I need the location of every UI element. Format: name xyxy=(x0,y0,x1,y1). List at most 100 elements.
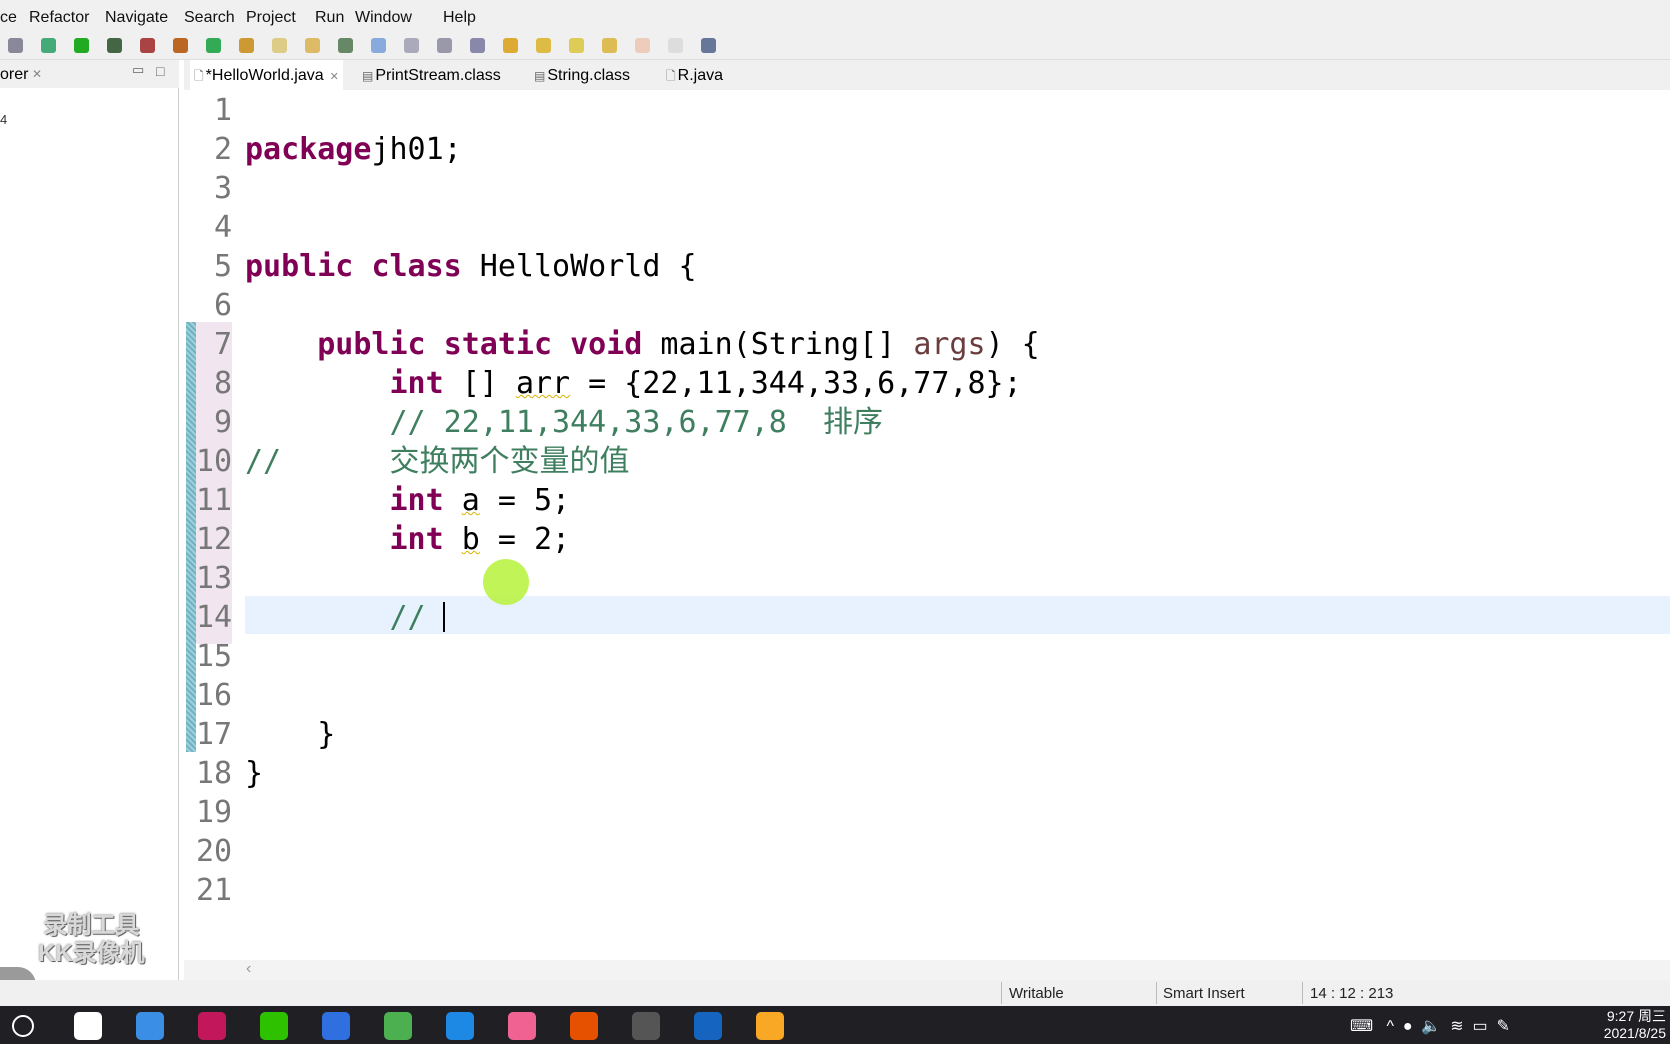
toolbar-button-icon[interactable] xyxy=(371,38,386,53)
code-token: args xyxy=(913,327,986,362)
wps-icon[interactable] xyxy=(322,1012,350,1040)
minimize-icon[interactable]: ▭ xyxy=(132,62,144,78)
clock[interactable]: 9:27 周三 2021/8/25 xyxy=(1604,1008,1666,1042)
toolbar-button-icon[interactable] xyxy=(140,38,155,53)
menu-window[interactable]: Window xyxy=(355,9,412,27)
code-line: 19 xyxy=(184,793,1670,832)
toolbar-button-icon[interactable] xyxy=(602,38,617,53)
app-s-icon[interactable] xyxy=(74,1012,102,1040)
horizontal-scrollbar[interactable]: ‹ xyxy=(184,960,1670,980)
toolbar-button-icon[interactable] xyxy=(272,38,287,53)
pen-icon[interactable]: ✎ xyxy=(1497,1018,1510,1035)
line-number: 18 xyxy=(196,756,233,791)
code-line: 3 xyxy=(184,169,1670,208)
menu-refactor[interactable]: Refactor xyxy=(29,9,89,27)
menu-search[interactable]: Search xyxy=(184,9,235,27)
watermark: 录制工具 KK录像机 xyxy=(38,912,145,968)
tab-stringclass[interactable]: ▤ String.class xyxy=(534,67,630,85)
status-bar: Writable Smart Insert 14 : 12 : 213 xyxy=(0,980,1670,1006)
menu-ce[interactable]: ce xyxy=(0,9,17,27)
intellij-icon[interactable] xyxy=(198,1012,226,1040)
keyword: int xyxy=(389,522,444,557)
code-line: 9 // 22,11,344,33,6,77,8 排序 xyxy=(184,403,1670,442)
toolbar-button-icon[interactable] xyxy=(41,38,56,53)
toolbar-button-icon[interactable] xyxy=(437,38,452,53)
folder-icon[interactable] xyxy=(756,1012,784,1040)
toolbar-button-icon[interactable] xyxy=(173,38,188,53)
keyword: int xyxy=(389,366,444,401)
toolbar-button-icon[interactable] xyxy=(8,38,23,53)
code-token: arr xyxy=(515,366,571,401)
toolbar-button-icon[interactable] xyxy=(536,38,551,53)
toolbar-button-icon[interactable] xyxy=(305,38,320,53)
code-token: } xyxy=(245,756,264,791)
wechat-icon[interactable] xyxy=(260,1012,288,1040)
app-pink-icon[interactable] xyxy=(508,1012,536,1040)
toolbar-button-icon[interactable] xyxy=(569,38,584,53)
toolbar-button-icon[interactable] xyxy=(404,38,419,53)
toolbar-button-icon[interactable] xyxy=(668,38,683,53)
tab-printstreamclass[interactable]: ▤ PrintStream.class xyxy=(362,67,501,85)
menu-help[interactable]: Help xyxy=(443,9,476,27)
keyword: static xyxy=(443,327,553,362)
toolbar-button-icon[interactable] xyxy=(701,38,716,53)
toolbar-button-icon[interactable] xyxy=(107,38,122,53)
toolbar-button-icon[interactable] xyxy=(635,38,650,53)
package-explorer-tab[interactable]: orer ✕ ▭ □ xyxy=(0,60,179,88)
menu-navigate[interactable]: Navigate xyxy=(105,9,168,27)
menu-run[interactable]: Run xyxy=(315,9,344,27)
tab-label: *HelloWorld.java xyxy=(205,67,324,84)
code-text: public class HelloWorld { xyxy=(245,247,697,286)
keyboard-icon[interactable]: ⌨ xyxy=(1350,1018,1373,1035)
photos-icon[interactable] xyxy=(446,1012,474,1040)
code-token: = 5; xyxy=(479,483,571,518)
maximize-icon[interactable]: □ xyxy=(156,63,164,79)
qq-icon[interactable]: ● xyxy=(1403,1018,1413,1035)
browser-icon[interactable] xyxy=(384,1012,412,1040)
cursor-position: 14 : 12 : 213 xyxy=(1310,985,1394,1002)
toolbar-button-icon[interactable] xyxy=(239,38,254,53)
search-circle-icon[interactable] xyxy=(12,1015,34,1037)
code-text: int b = 2; xyxy=(245,520,571,559)
work-icon[interactable] xyxy=(694,1012,722,1040)
code-text: // xyxy=(245,598,444,637)
code-editor[interactable]: 1 2 packagejh01; 3 4 5 public class HelloWorld… xyxy=(184,90,1670,960)
scroll-left-icon[interactable]: ‹ xyxy=(246,960,251,978)
menu-project[interactable]: Project xyxy=(246,9,296,27)
eclipse-icon[interactable] xyxy=(632,1012,660,1040)
tree-item[interactable]: 4 xyxy=(0,112,7,127)
volume-icon[interactable]: 🔈 xyxy=(1421,1018,1441,1035)
close-tab-icon[interactable]: ✕ xyxy=(330,71,339,83)
editor-tabs: 🗋 *HelloWorld.java ✕ ▤ PrintStream.class ▤ Str… xyxy=(184,60,1670,91)
code-line: 20 xyxy=(184,832,1670,871)
code-token: b xyxy=(461,522,480,557)
line-number: 1 xyxy=(213,93,232,128)
code-token: } xyxy=(245,717,336,752)
battery-icon[interactable]: ▭ xyxy=(1473,1018,1488,1035)
code-line: 10 // 交换两个变量的值 xyxy=(184,442,1670,481)
toolbar-button-icon[interactable] xyxy=(503,38,518,53)
tab-rjava[interactable]: 🗋 R.java xyxy=(666,67,723,88)
game-icon[interactable] xyxy=(570,1012,598,1040)
chevron-up-icon[interactable]: ^ xyxy=(1386,1018,1394,1035)
toolbar-button-icon[interactable] xyxy=(74,38,89,53)
java-file-icon: 🗋 xyxy=(194,69,204,83)
wifi-icon[interactable]: ≋ xyxy=(1450,1018,1463,1035)
code-line: 6 xyxy=(184,286,1670,325)
line-number: 3 xyxy=(213,171,232,206)
comment: // 交换两个变量的值 xyxy=(245,444,630,479)
code-line: 8 int [] arr = {22,11,344,33,6,77,8}; xyxy=(184,364,1670,403)
code-line: 5 public class HelloWorld { xyxy=(184,247,1670,286)
code-line: 1 xyxy=(184,91,1670,130)
code-line: 2 packagejh01; xyxy=(184,130,1670,169)
toolbar-button-icon[interactable] xyxy=(470,38,485,53)
toolbar-button-icon[interactable] xyxy=(338,38,353,53)
close-icon[interactable]: ✕ xyxy=(32,67,42,81)
toolbar-button-icon[interactable] xyxy=(206,38,221,53)
writable-status: Writable xyxy=(1009,985,1064,1002)
contacts-icon[interactable] xyxy=(136,1012,164,1040)
tab-helloworldjava[interactable]: 🗋 *HelloWorld.java ✕ xyxy=(190,60,343,91)
